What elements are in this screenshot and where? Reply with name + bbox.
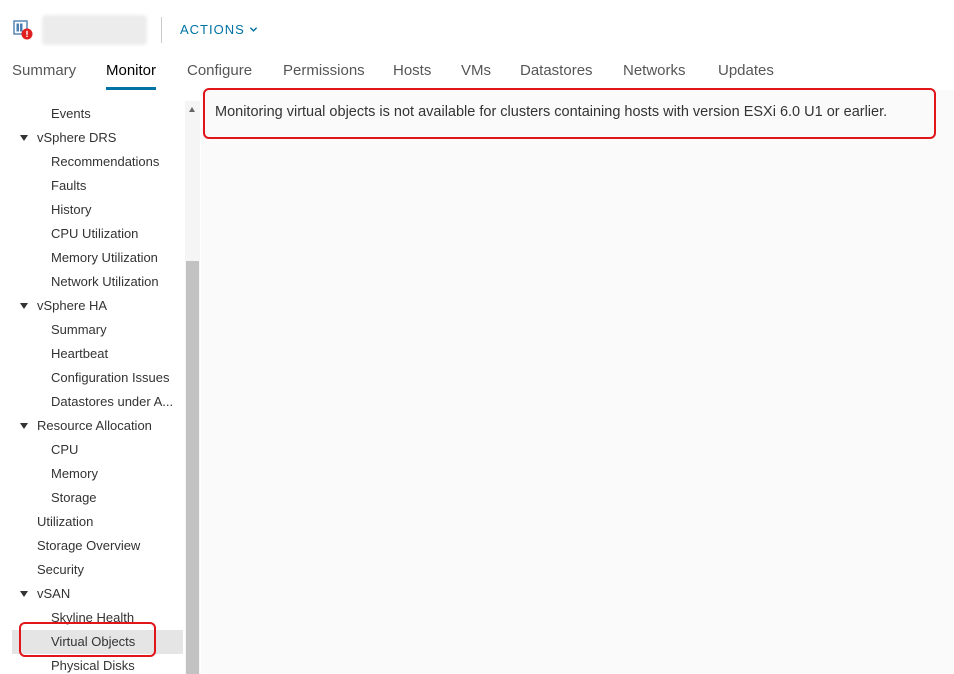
expand-caret-icon[interactable]	[20, 591, 28, 597]
tab-vms[interactable]: VMs	[461, 58, 491, 90]
nav-item-heartbeat[interactable]: Heartbeat	[12, 342, 183, 366]
nav-group-label: vSAN	[37, 586, 71, 601]
nav-group-vsan[interactable]: vSAN	[12, 582, 183, 606]
monitor-nav-tree: Events vSphere DRS Recommendations Fault…	[12, 101, 183, 674]
expand-caret-icon[interactable]	[20, 303, 28, 309]
not-available-message: Monitoring virtual objects is not availa…	[215, 104, 888, 120]
actions-label: ACTIONS	[180, 22, 245, 37]
tab-permissions[interactable]: Permissions	[283, 58, 365, 90]
object-name-redacted	[42, 15, 147, 45]
tab-networks[interactable]: Networks	[623, 58, 686, 90]
nav-item-skyline-health[interactable]: Skyline Health	[12, 606, 183, 630]
tab-bar: Summary Monitor Configure Permissions Ho…	[0, 58, 954, 90]
nav-item-utilization[interactable]: Utilization	[12, 510, 183, 534]
tab-summary[interactable]: Summary	[12, 58, 76, 90]
main-content-panel	[201, 90, 954, 674]
nav-group-vsphere-ha[interactable]: vSphere HA	[12, 294, 183, 318]
nav-item-virtual-objects[interactable]: Virtual Objects	[12, 630, 183, 654]
nav-item-memory[interactable]: Memory	[12, 462, 183, 486]
expand-caret-icon[interactable]	[20, 423, 28, 429]
nav-item-datastores-under-apd[interactable]: Datastores under A...	[12, 390, 183, 414]
actions-menu-button[interactable]: ACTIONS	[180, 22, 258, 37]
tab-updates[interactable]: Updates	[718, 58, 774, 90]
nav-group-label: Resource Allocation	[37, 418, 152, 433]
nav-item-storage-overview[interactable]: Storage Overview	[12, 534, 183, 558]
nav-group-label: vSphere HA	[37, 298, 108, 313]
nav-item-configuration-issues[interactable]: Configuration Issues	[12, 366, 183, 390]
nav-item-security[interactable]: Security	[12, 558, 183, 582]
nav-group-resource-allocation[interactable]: Resource Allocation	[12, 414, 183, 438]
nav-item-events[interactable]: Events	[12, 102, 183, 126]
nav-group-vsphere-drs[interactable]: vSphere DRS	[12, 126, 183, 150]
nav-item-faults[interactable]: Faults	[12, 174, 183, 198]
scroll-up-arrow-icon[interactable]	[189, 107, 195, 112]
nav-item-cpu-utilization[interactable]: CPU Utilization	[12, 222, 183, 246]
tab-datastores[interactable]: Datastores	[520, 58, 593, 90]
object-header: ACTIONS	[0, 0, 954, 58]
nav-item-history[interactable]: History	[12, 198, 183, 222]
nav-item-cpu[interactable]: CPU	[12, 438, 183, 462]
nav-item-network-utilization[interactable]: Network Utilization	[12, 270, 183, 294]
expand-caret-icon[interactable]	[20, 135, 28, 141]
tab-configure[interactable]: Configure	[187, 58, 252, 90]
chevron-down-icon	[249, 27, 257, 32]
nav-item-ha-summary[interactable]: Summary	[12, 318, 183, 342]
tab-monitor[interactable]: Monitor	[106, 58, 157, 90]
tab-hosts[interactable]: Hosts	[393, 58, 431, 90]
sidebar-scroll-thumb[interactable]	[186, 261, 199, 674]
nav-item-physical-disks[interactable]: Physical Disks	[12, 654, 183, 674]
cluster-alert-icon	[13, 20, 33, 40]
nav-item-storage[interactable]: Storage	[12, 486, 183, 510]
nav-item-recommendations[interactable]: Recommendations	[12, 150, 183, 174]
header-divider	[161, 17, 162, 43]
nav-item-memory-utilization[interactable]: Memory Utilization	[12, 246, 183, 270]
nav-group-label: vSphere DRS	[37, 130, 117, 145]
